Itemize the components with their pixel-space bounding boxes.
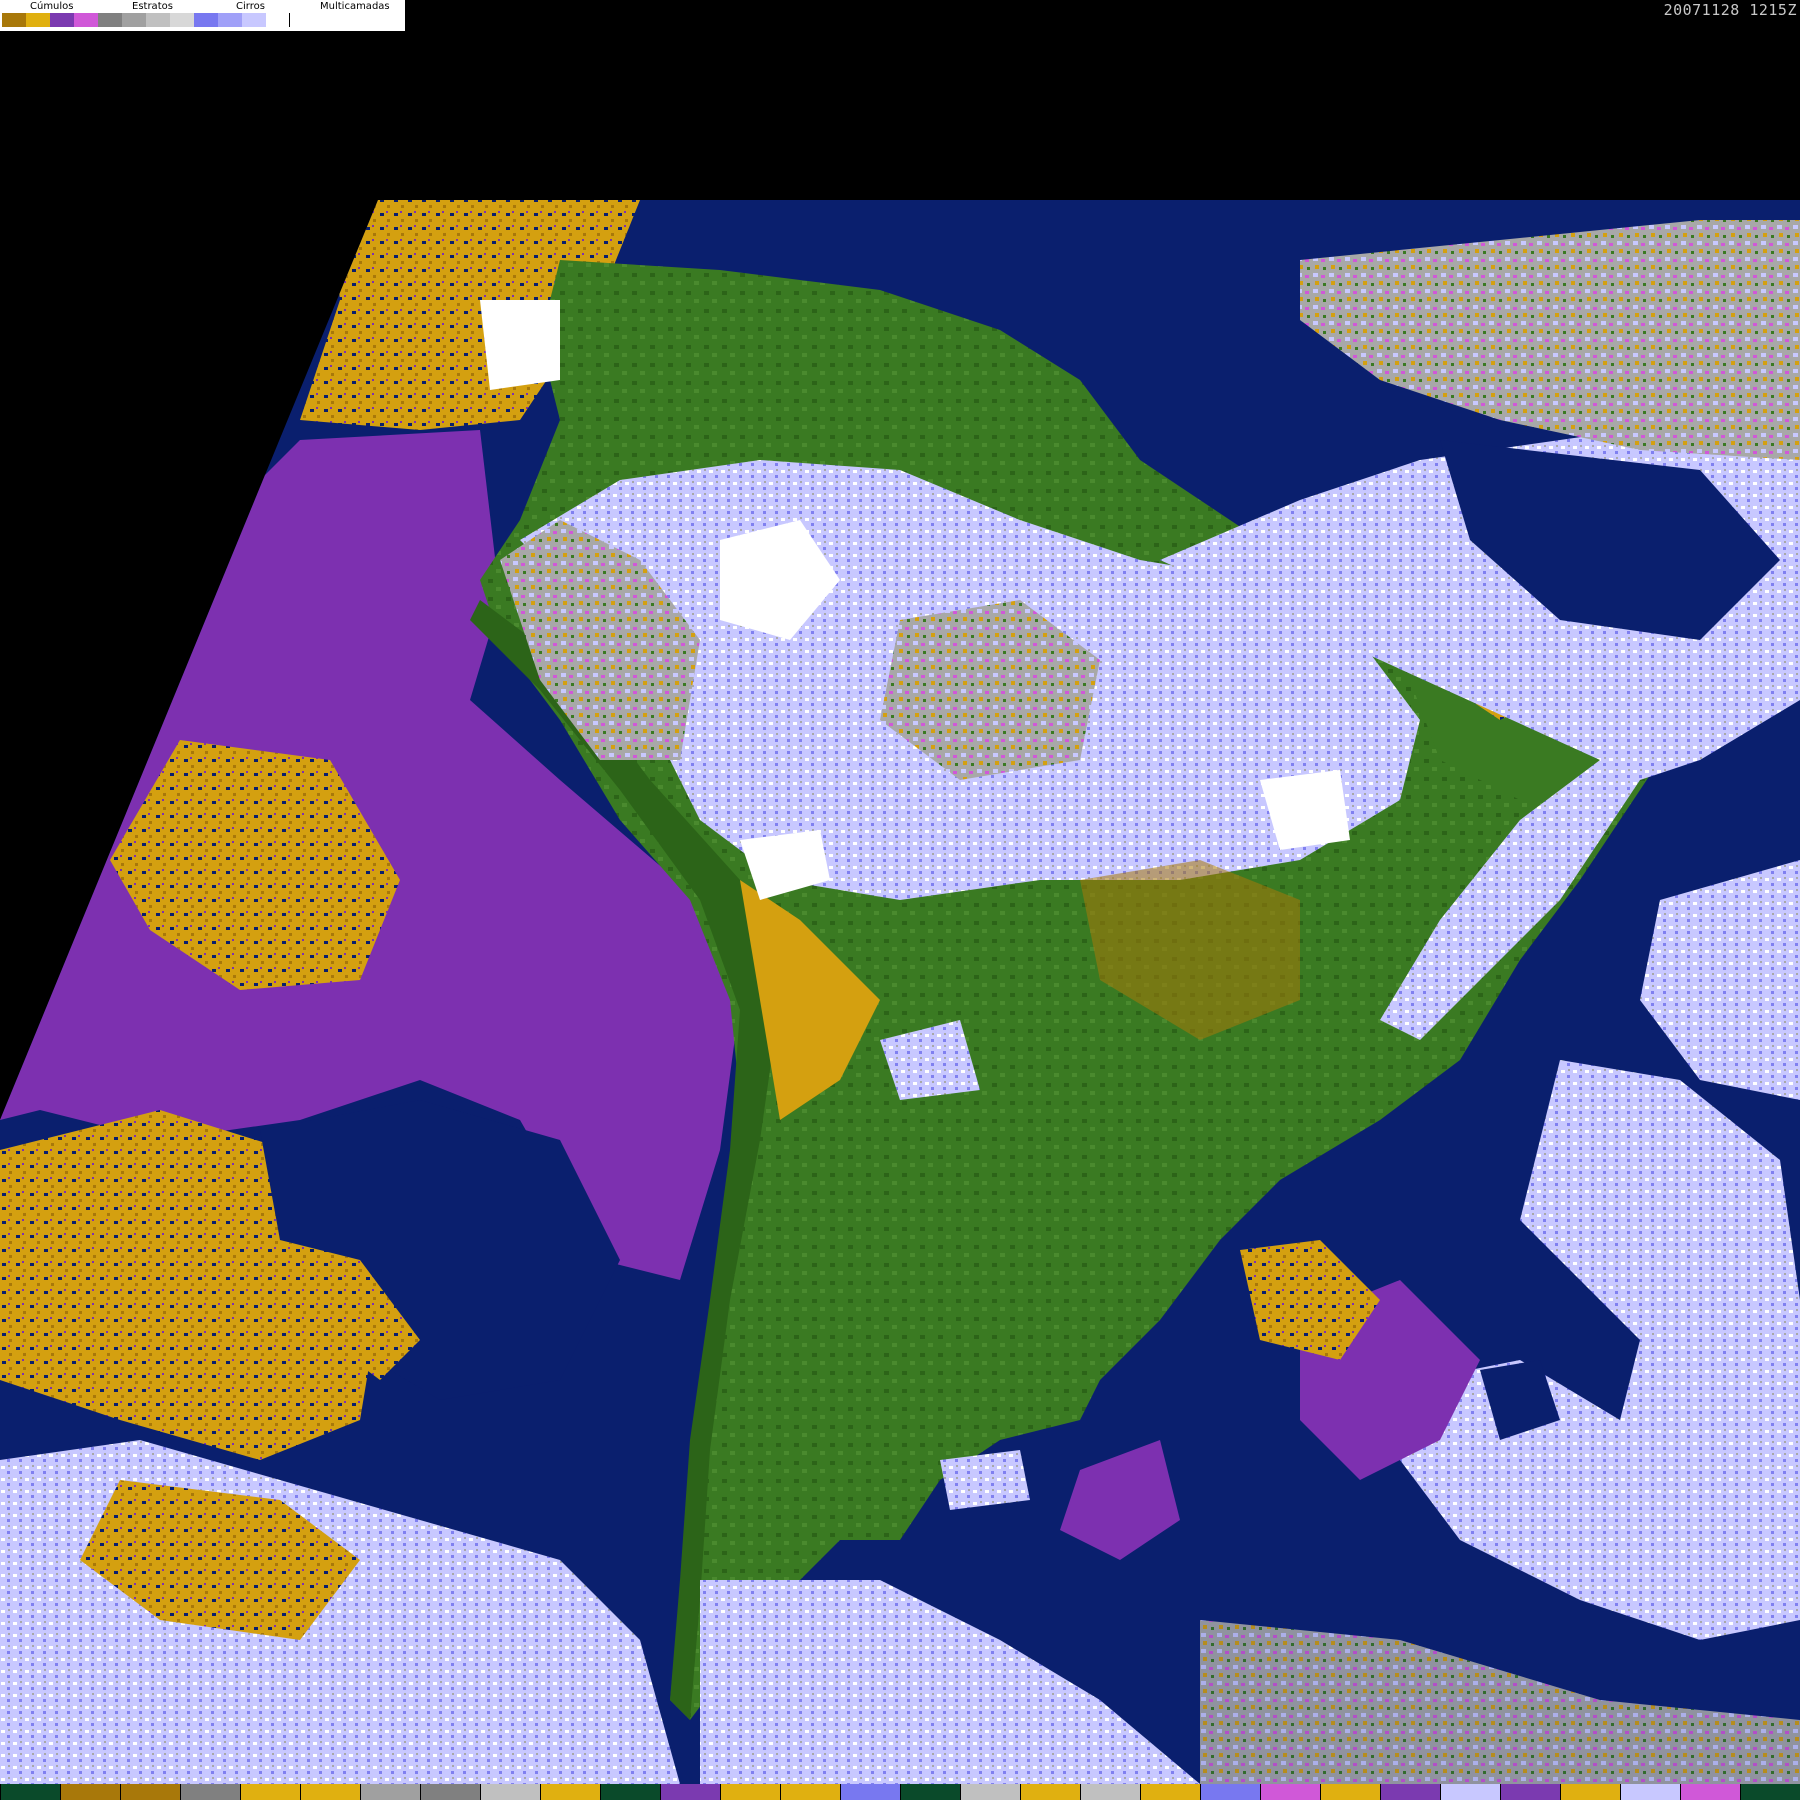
color-key-cell: [660, 1784, 720, 1800]
color-key-cell: [1140, 1784, 1200, 1800]
legend-label-multilayer: Multicamadas: [320, 1, 390, 12]
color-key-cell: [1080, 1784, 1140, 1800]
color-key-cell: [600, 1784, 660, 1800]
color-key-cell: [840, 1784, 900, 1800]
color-key-cell: [1020, 1784, 1080, 1800]
color-key-cell: [1680, 1784, 1740, 1800]
cloud-type-legend: Cúmulos Estratos Cirros Multicamadas: [0, 0, 405, 31]
color-key-bar: [0, 1784, 1800, 1800]
color-key-cell: [240, 1784, 300, 1800]
patagonia-cloud-patch: [940, 1450, 1030, 1510]
legend-swatch: [242, 13, 266, 27]
legend-swatch: [194, 13, 218, 27]
color-key-cell: [1320, 1784, 1380, 1800]
legend-label-stratus: Estratos: [132, 1, 173, 12]
color-key-cell: [300, 1784, 360, 1800]
color-key-cell: [1380, 1784, 1440, 1800]
color-key-cell: [720, 1784, 780, 1800]
color-key-cell: [180, 1784, 240, 1800]
legend-swatch: [122, 13, 146, 27]
color-key-cell: [0, 1784, 60, 1800]
color-key-cell: [1560, 1784, 1620, 1800]
color-key-cell: [1200, 1784, 1260, 1800]
color-key-cell: [900, 1784, 960, 1800]
color-key-cell: [780, 1784, 840, 1800]
color-key-cell: [120, 1784, 180, 1800]
legend-swatch: [218, 13, 242, 27]
legend-swatches: [2, 13, 290, 27]
white-cloud-cell: [480, 300, 560, 390]
color-key-cell: [1620, 1784, 1680, 1800]
color-key-cell: [1500, 1784, 1560, 1800]
legend-swatch: [146, 13, 170, 27]
color-key-cell: [1260, 1784, 1320, 1800]
legend-swatch: [266, 13, 290, 27]
legend-label-cumulus: Cúmulos: [30, 1, 74, 12]
legend-label-cirrus: Cirros: [236, 1, 265, 12]
color-key-cell: [960, 1784, 1020, 1800]
image-timestamp: 20071128 1215Z: [1663, 1, 1797, 19]
color-key-cell: [60, 1784, 120, 1800]
legend-swatch: [2, 13, 26, 27]
color-key-cell: [360, 1784, 420, 1800]
color-key-cell: [1740, 1784, 1800, 1800]
color-key-cell: [1440, 1784, 1500, 1800]
color-key-cell: [420, 1784, 480, 1800]
legend-swatch: [50, 13, 74, 27]
satellite-cloud-classification-map: [0, 200, 1800, 1784]
legend-swatch: [26, 13, 50, 27]
legend-swatch: [170, 13, 194, 27]
color-key-cell: [480, 1784, 540, 1800]
color-key-cell: [540, 1784, 600, 1800]
legend-swatch: [74, 13, 98, 27]
legend-swatch: [98, 13, 122, 27]
